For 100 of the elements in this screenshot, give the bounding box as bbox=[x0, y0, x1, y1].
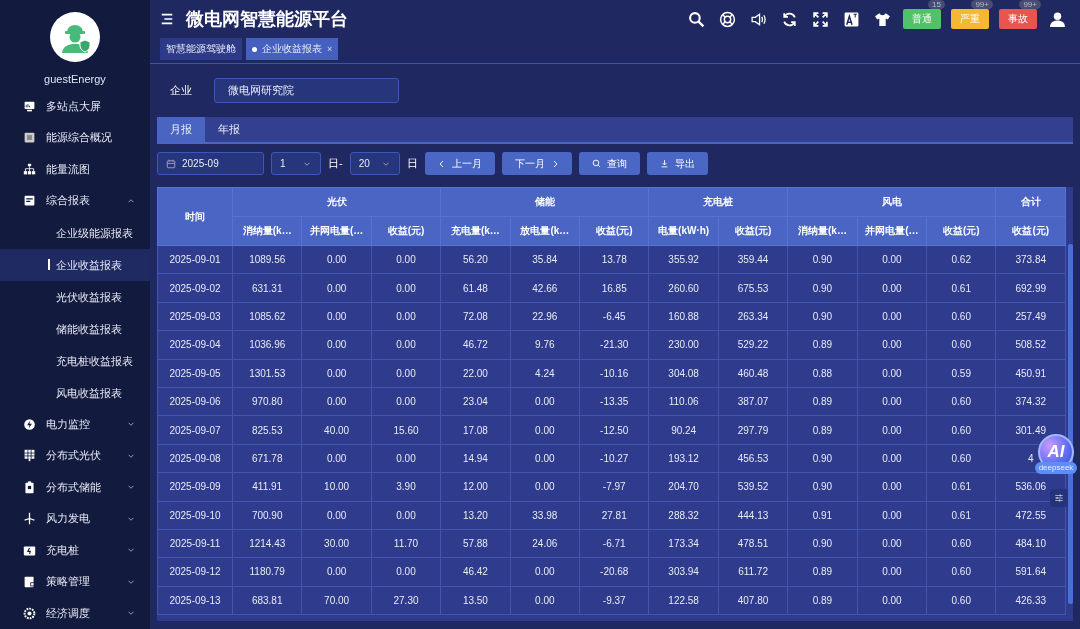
table-cell: 0.60 bbox=[951, 396, 971, 408]
export-button[interactable]: 导出 bbox=[646, 152, 708, 175]
sidebar-item[interactable]: 分布式储能 bbox=[0, 471, 150, 504]
sidebar-subitem[interactable]: 企业收益报表 bbox=[0, 248, 150, 281]
table-cell: 407.80 bbox=[737, 594, 769, 606]
table-cell: 426.33 bbox=[1015, 594, 1047, 606]
group-header: 合计 bbox=[995, 187, 1066, 217]
table-cell: 0.00 bbox=[882, 566, 902, 578]
table-cell: 0.89 bbox=[812, 594, 833, 606]
table-cell: 456.53 bbox=[737, 452, 769, 464]
table-cell: 4 bbox=[1027, 452, 1034, 464]
menu-icon bbox=[160, 12, 174, 26]
table-cell: 288.32 bbox=[668, 509, 699, 521]
group-header: 充电桩 bbox=[648, 187, 788, 217]
table-cell: 0.90 bbox=[812, 538, 833, 550]
table-cell: 355.92 bbox=[668, 254, 699, 266]
table-cell: 23.04 bbox=[462, 396, 488, 408]
table-cell: 57.88 bbox=[462, 538, 488, 550]
table-cell: 0.00 bbox=[882, 310, 902, 322]
table-cell: 16.85 bbox=[601, 282, 627, 294]
lifebuoy-icon bbox=[719, 10, 736, 28]
sidebar-subitem[interactable]: 充电桩收益报表 bbox=[0, 344, 150, 377]
search-icon bbox=[591, 159, 601, 168]
table-cell: 0.59 bbox=[951, 367, 971, 379]
table-cell: 1036.96 bbox=[249, 339, 286, 351]
table-cell: 0.00 bbox=[882, 282, 902, 294]
month-picker[interactable]: 2025-09 bbox=[157, 152, 264, 175]
table-cell: 0.00 bbox=[535, 566, 555, 578]
table-cell: 0.60 bbox=[951, 538, 971, 550]
table-cell: 42.66 bbox=[532, 282, 558, 294]
table-cell: 0.00 bbox=[882, 481, 902, 493]
table-cell: 0.90 bbox=[812, 282, 833, 294]
sidebar-item[interactable]: 策略管理 bbox=[0, 566, 150, 598]
table-cell: 536.06 bbox=[1015, 481, 1047, 493]
table-cell: 304.08 bbox=[668, 367, 699, 379]
sidebar-subitem[interactable]: 风电收益报表 bbox=[0, 376, 150, 409]
table-cell: 484.10 bbox=[1015, 538, 1047, 550]
enterprise-field[interactable]: 微电网研究院 bbox=[214, 78, 399, 103]
sidebar-item[interactable]: 能源综合概况 bbox=[0, 122, 150, 154]
solar-panel-icon bbox=[23, 449, 36, 463]
table-cell: 70.00 bbox=[324, 594, 350, 606]
table-cell: 1214.43 bbox=[249, 538, 286, 550]
sidebar-item[interactable]: 充电桩 bbox=[0, 534, 150, 567]
chevron-left-icon bbox=[437, 159, 446, 168]
table-cell: 3.90 bbox=[396, 481, 416, 493]
close-tab-button[interactable]: × bbox=[327, 44, 333, 54]
sidebar-item[interactable]: 风力发电 bbox=[0, 503, 150, 535]
sidebar-item[interactable]: 经济调度 bbox=[0, 597, 150, 629]
table-cell: 0.00 bbox=[396, 452, 416, 464]
column-header: 收益(元) bbox=[371, 216, 441, 246]
day-select[interactable]: 1 bbox=[271, 152, 321, 175]
query-button[interactable]: 查询 bbox=[578, 152, 640, 175]
refresh-icon bbox=[781, 10, 798, 28]
table-cell: 0.00 bbox=[326, 310, 347, 322]
report-tab[interactable]: 月报 bbox=[157, 117, 205, 142]
table-cell: 27.81 bbox=[601, 509, 627, 521]
sidebar-subitem[interactable]: 企业级能源报表 bbox=[0, 216, 150, 249]
count-badge: 15 bbox=[928, 0, 945, 9]
search-icon bbox=[688, 10, 705, 28]
day-select[interactable]: 20 bbox=[349, 152, 400, 175]
table-cell: 0.00 bbox=[882, 594, 902, 606]
shirt-icon bbox=[874, 10, 891, 28]
column-header: 收益(元) bbox=[926, 216, 996, 246]
table-cell: -20.68 bbox=[600, 566, 629, 578]
table-cell: 72.08 bbox=[462, 310, 488, 322]
alert-level-button[interactable]: 事故 bbox=[999, 9, 1037, 29]
sidebar-item[interactable]: 电力监控 bbox=[0, 408, 150, 441]
table-cell: 10.00 bbox=[324, 481, 350, 493]
previous-month-button[interactable]: 上一月 bbox=[424, 152, 495, 175]
table-cell: 0.00 bbox=[396, 254, 416, 266]
column-header: 收益(元) bbox=[718, 216, 788, 246]
table-cell: 0.90 bbox=[812, 254, 833, 266]
table-cell: 0.00 bbox=[396, 396, 416, 408]
report-tab[interactable]: 年报 bbox=[205, 117, 253, 142]
table-cell: 0.00 bbox=[535, 594, 555, 606]
table-cell: -21.30 bbox=[600, 339, 629, 351]
table-cell: 0.89 bbox=[812, 339, 833, 351]
table-cell: 0.00 bbox=[326, 396, 347, 408]
table-cell: 0.90 bbox=[812, 452, 833, 464]
table-cell: 478.51 bbox=[737, 538, 769, 550]
table-cell: 450.91 bbox=[1015, 367, 1047, 379]
translate-icon bbox=[843, 10, 860, 28]
group-header: 储能 bbox=[440, 187, 649, 217]
table-cell: 0.00 bbox=[396, 566, 416, 578]
table-cell: 22.00 bbox=[462, 367, 488, 379]
page-tab[interactable]: 企业收益报表 × bbox=[246, 38, 339, 60]
sidebar-item[interactable]: 能量流图 bbox=[0, 153, 150, 186]
battery-icon bbox=[23, 480, 36, 494]
sidebar-item[interactable]: 分布式光伏 bbox=[0, 440, 150, 472]
next-month-button[interactable]: 下一月 bbox=[501, 152, 572, 175]
table-cell: 260.60 bbox=[668, 282, 699, 294]
sidebar-item[interactable]: 综合报表 bbox=[0, 185, 150, 217]
table-cell: 204.70 bbox=[668, 481, 699, 493]
document-icon bbox=[23, 194, 36, 208]
settings-button[interactable] bbox=[1050, 489, 1068, 507]
page-tab[interactable]: 智慧能源驾驶舱 bbox=[160, 38, 242, 60]
sidebar-item[interactable]: 多站点大屏 bbox=[0, 90, 150, 123]
table-cell: 0.00 bbox=[326, 566, 347, 578]
sidebar-subitem[interactable]: 光伏收益报表 bbox=[0, 280, 150, 313]
sidebar-subitem[interactable]: 储能收益报表 bbox=[0, 312, 150, 345]
